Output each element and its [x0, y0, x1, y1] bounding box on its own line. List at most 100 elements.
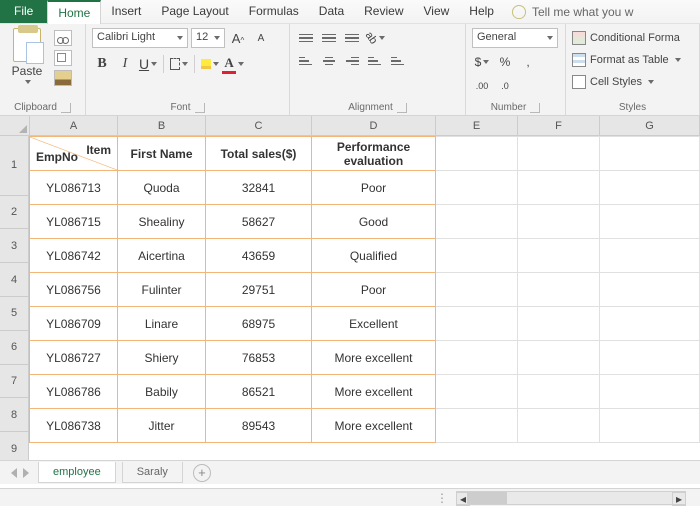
cells-area[interactable]: ItemEmpNoFirst NameTotal sales($)Perform…: [29, 136, 700, 466]
cell[interactable]: [600, 171, 700, 205]
row-header[interactable]: 7: [0, 365, 29, 399]
cell[interactable]: YL086715: [30, 205, 118, 239]
cell[interactable]: 43659: [206, 239, 312, 273]
cell[interactable]: More excellent: [312, 375, 436, 409]
cell[interactable]: Excellent: [312, 307, 436, 341]
cell[interactable]: 29751: [206, 273, 312, 307]
column-header[interactable]: A: [30, 116, 118, 135]
copy-button[interactable]: [54, 50, 72, 66]
cell[interactable]: Total sales($): [206, 137, 312, 171]
align-bottom-button[interactable]: [342, 28, 362, 48]
cell[interactable]: [600, 375, 700, 409]
column-header[interactable]: G: [600, 116, 700, 135]
increase-decimal-button[interactable]: .00: [472, 76, 492, 96]
font-name-combo[interactable]: Calibri Light: [92, 28, 188, 48]
align-center-button[interactable]: [319, 51, 339, 71]
align-top-button[interactable]: [296, 28, 316, 48]
cell[interactable]: YL086709: [30, 307, 118, 341]
row-header[interactable]: 8: [0, 398, 29, 432]
number-format-combo[interactable]: General: [472, 28, 558, 48]
cell[interactable]: 89543: [206, 409, 312, 443]
cell[interactable]: [436, 171, 518, 205]
tab-data[interactable]: Data: [309, 0, 354, 23]
underline-button[interactable]: U: [138, 54, 158, 74]
select-all-button[interactable]: [0, 116, 30, 135]
sheet-tab-active[interactable]: employee: [38, 462, 116, 483]
row-header[interactable]: 2: [0, 196, 29, 230]
cell[interactable]: [518, 341, 600, 375]
fill-color-button[interactable]: [200, 54, 220, 74]
paste-button[interactable]: Paste: [6, 28, 48, 100]
cell[interactable]: [600, 239, 700, 273]
conditional-formatting-button[interactable]: Conditional Forma: [572, 28, 693, 48]
cell[interactable]: Linare: [118, 307, 206, 341]
new-sheet-button[interactable]: +: [193, 464, 211, 482]
horizontal-scrollbar[interactable]: ⋮ ◂ ▸: [0, 488, 700, 506]
cell[interactable]: First Name: [118, 137, 206, 171]
cell[interactable]: More excellent: [312, 409, 436, 443]
cell[interactable]: [436, 205, 518, 239]
scroll-thumb[interactable]: [467, 492, 507, 504]
orientation-button[interactable]: ab: [365, 28, 385, 48]
cell[interactable]: Poor: [312, 273, 436, 307]
cell[interactable]: [518, 239, 600, 273]
align-right-button[interactable]: [342, 51, 362, 71]
tab-home[interactable]: Home: [47, 0, 101, 24]
font-color-button[interactable]: A: [223, 54, 243, 74]
cell[interactable]: [436, 137, 518, 171]
row-header[interactable]: 3: [0, 229, 29, 263]
tab-insert[interactable]: Insert: [101, 0, 151, 23]
cell[interactable]: ItemEmpNo: [30, 137, 118, 171]
italic-button[interactable]: I: [115, 54, 135, 74]
dialog-launcher-icon[interactable]: [61, 103, 71, 113]
scroll-right-icon[interactable]: ▸: [672, 492, 686, 506]
cell[interactable]: [518, 205, 600, 239]
sheet-nav-prev[interactable]: [11, 468, 17, 478]
tab-file[interactable]: File: [0, 0, 47, 23]
cell[interactable]: [518, 137, 600, 171]
cell[interactable]: YL086738: [30, 409, 118, 443]
cell[interactable]: Shealiny: [118, 205, 206, 239]
cell-styles-button[interactable]: Cell Styles: [572, 72, 693, 92]
format-painter-button[interactable]: [54, 70, 72, 86]
row-header[interactable]: 5: [0, 297, 29, 331]
sheet-nav-next[interactable]: [23, 468, 29, 478]
cell[interactable]: [518, 409, 600, 443]
cell[interactable]: 86521: [206, 375, 312, 409]
cell[interactable]: 32841: [206, 171, 312, 205]
tab-view[interactable]: View: [414, 0, 460, 23]
row-header[interactable]: 6: [0, 331, 29, 365]
cell[interactable]: [436, 307, 518, 341]
shrink-font-button[interactable]: A: [251, 28, 271, 48]
row-header[interactable]: 1: [0, 136, 29, 196]
cell[interactable]: YL086742: [30, 239, 118, 273]
align-middle-button[interactable]: [319, 28, 339, 48]
borders-button[interactable]: [169, 54, 189, 74]
format-as-table-button[interactable]: Format as Table: [572, 50, 693, 70]
cell[interactable]: Quoda: [118, 171, 206, 205]
cell[interactable]: Shiery: [118, 341, 206, 375]
cell[interactable]: More excellent: [312, 341, 436, 375]
tab-formulas[interactable]: Formulas: [239, 0, 309, 23]
cell[interactable]: YL086756: [30, 273, 118, 307]
resize-grip-icon[interactable]: ⋮: [436, 491, 450, 505]
cell[interactable]: [436, 239, 518, 273]
cell[interactable]: [600, 137, 700, 171]
decrease-decimal-button[interactable]: .0: [495, 76, 515, 96]
cell[interactable]: Qualified: [312, 239, 436, 273]
font-size-combo[interactable]: 12: [191, 28, 225, 48]
bold-button[interactable]: B: [92, 54, 112, 74]
dialog-launcher-icon[interactable]: [530, 103, 540, 113]
cell[interactable]: [436, 409, 518, 443]
cell[interactable]: [600, 409, 700, 443]
cell[interactable]: [518, 307, 600, 341]
cell[interactable]: Babily: [118, 375, 206, 409]
percent-button[interactable]: %: [495, 52, 515, 72]
cell[interactable]: Fulinter: [118, 273, 206, 307]
cell[interactable]: [600, 205, 700, 239]
cell[interactable]: [436, 273, 518, 307]
tab-help[interactable]: Help: [459, 0, 504, 23]
cell[interactable]: [518, 273, 600, 307]
cell[interactable]: 58627: [206, 205, 312, 239]
cell[interactable]: YL086713: [30, 171, 118, 205]
